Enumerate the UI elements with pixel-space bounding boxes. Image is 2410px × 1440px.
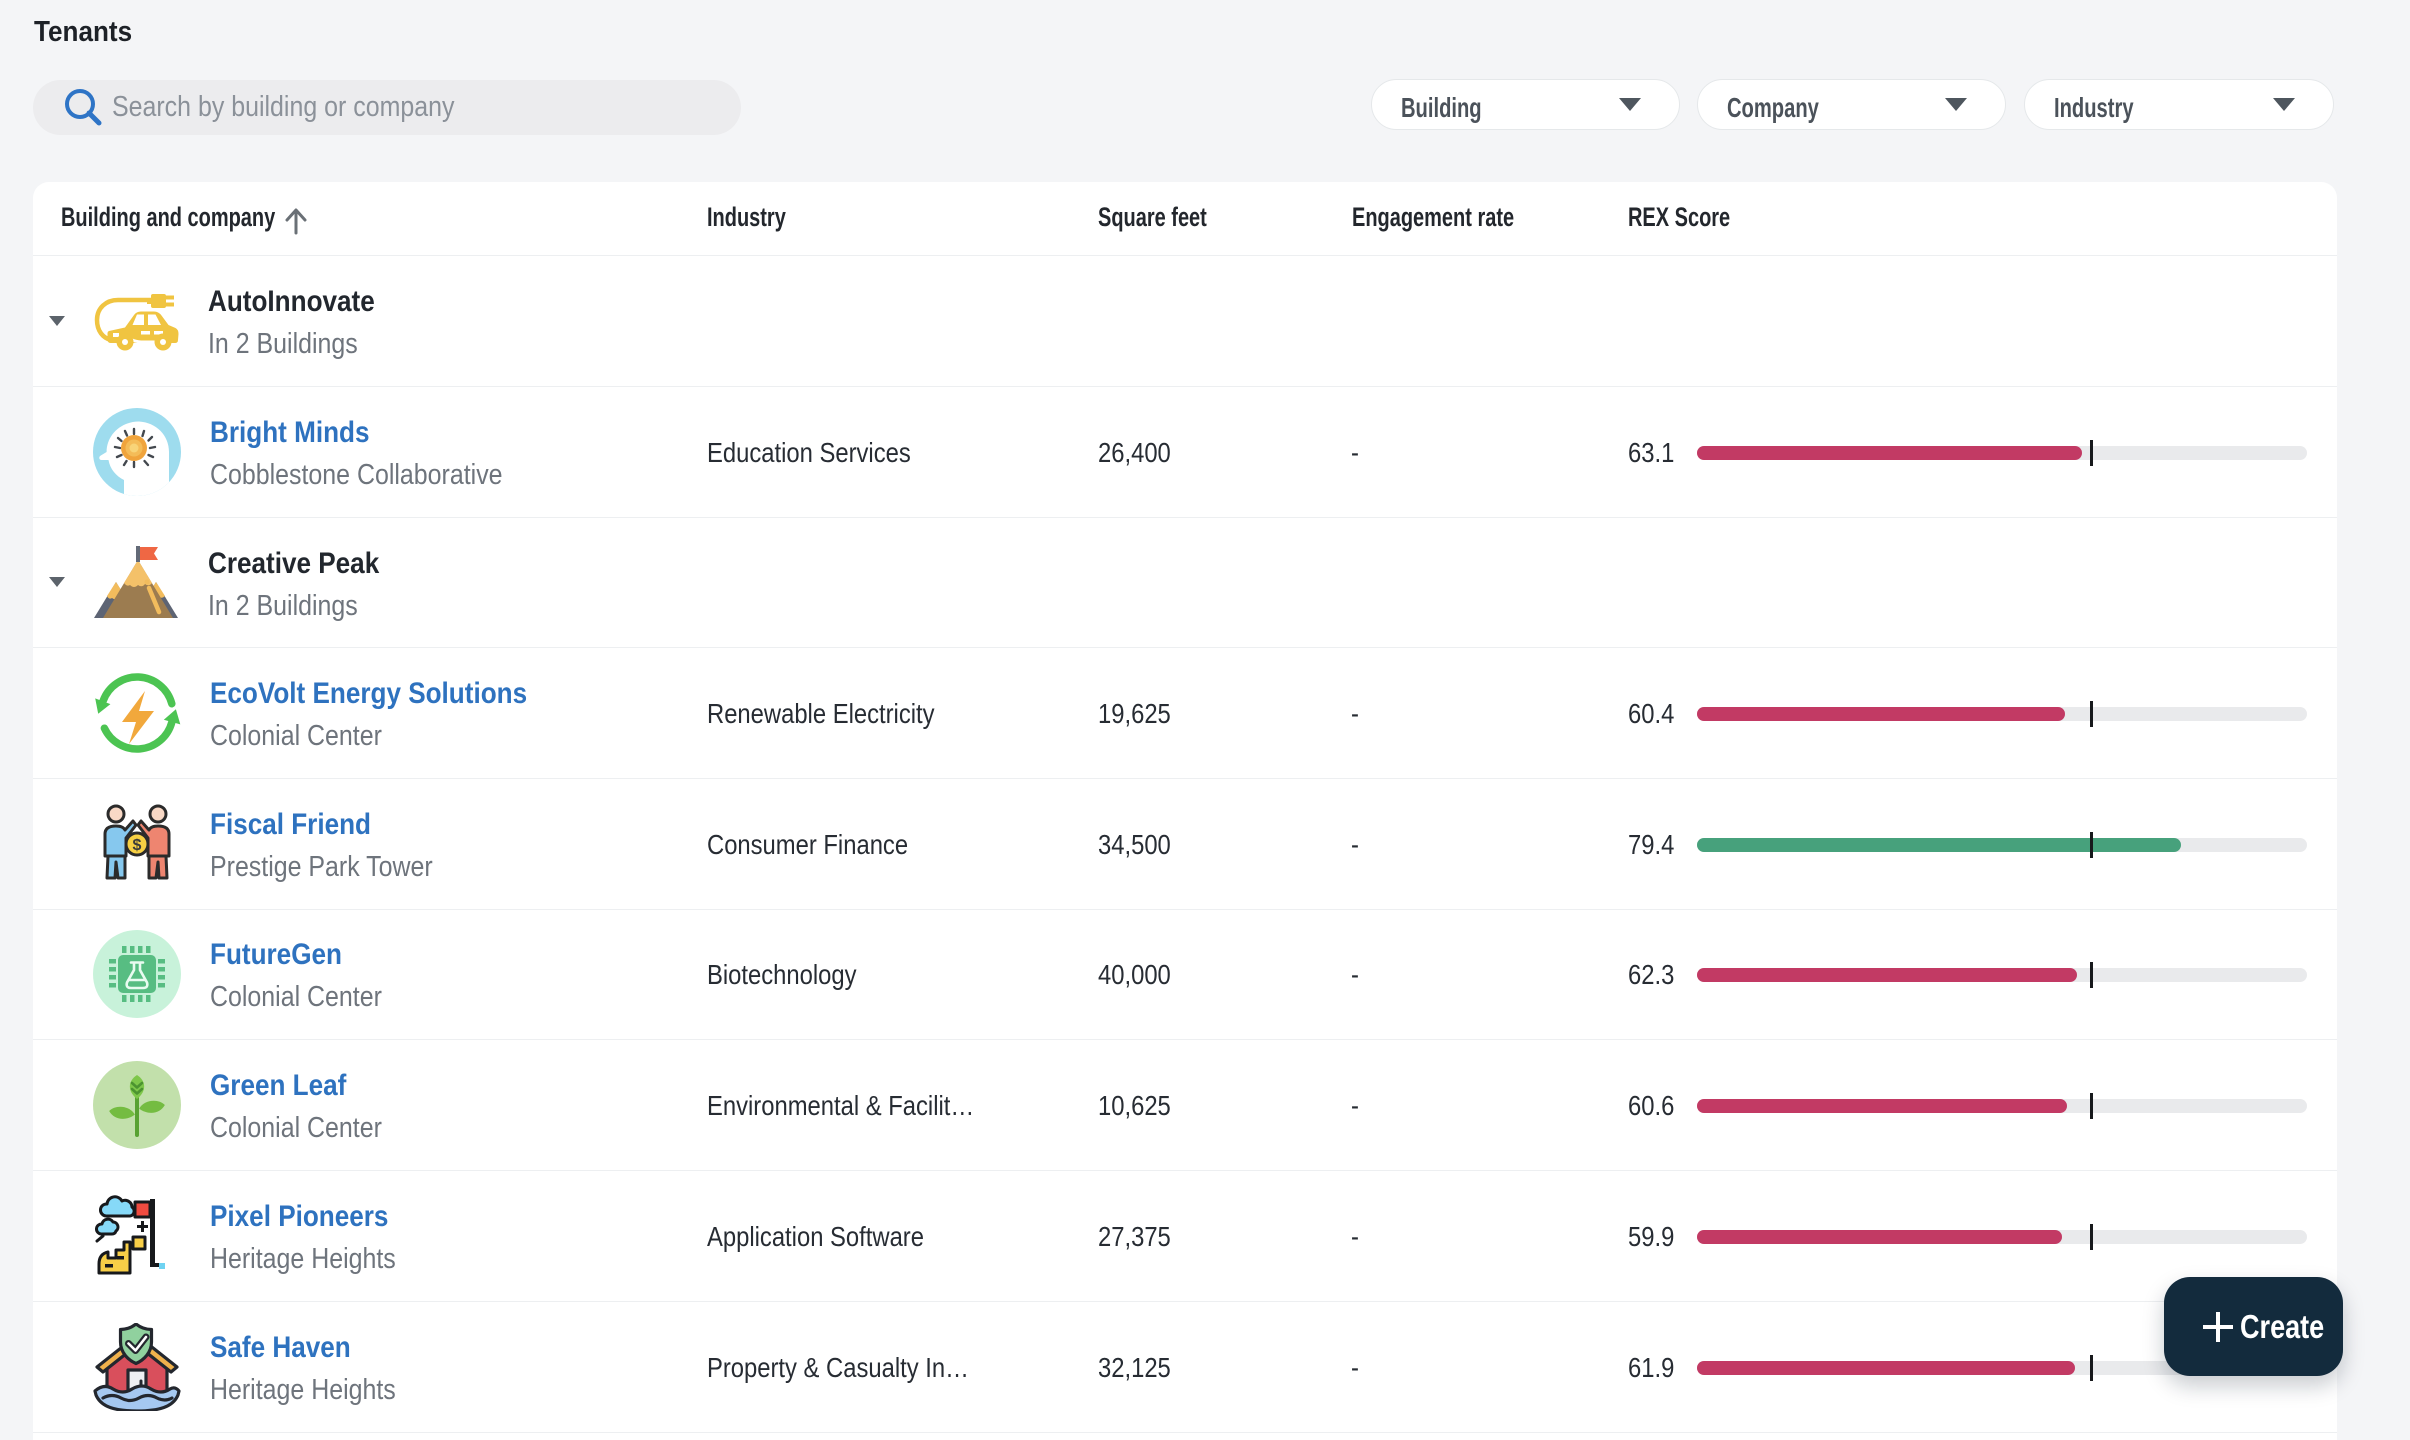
- svg-text:$: $: [133, 837, 142, 854]
